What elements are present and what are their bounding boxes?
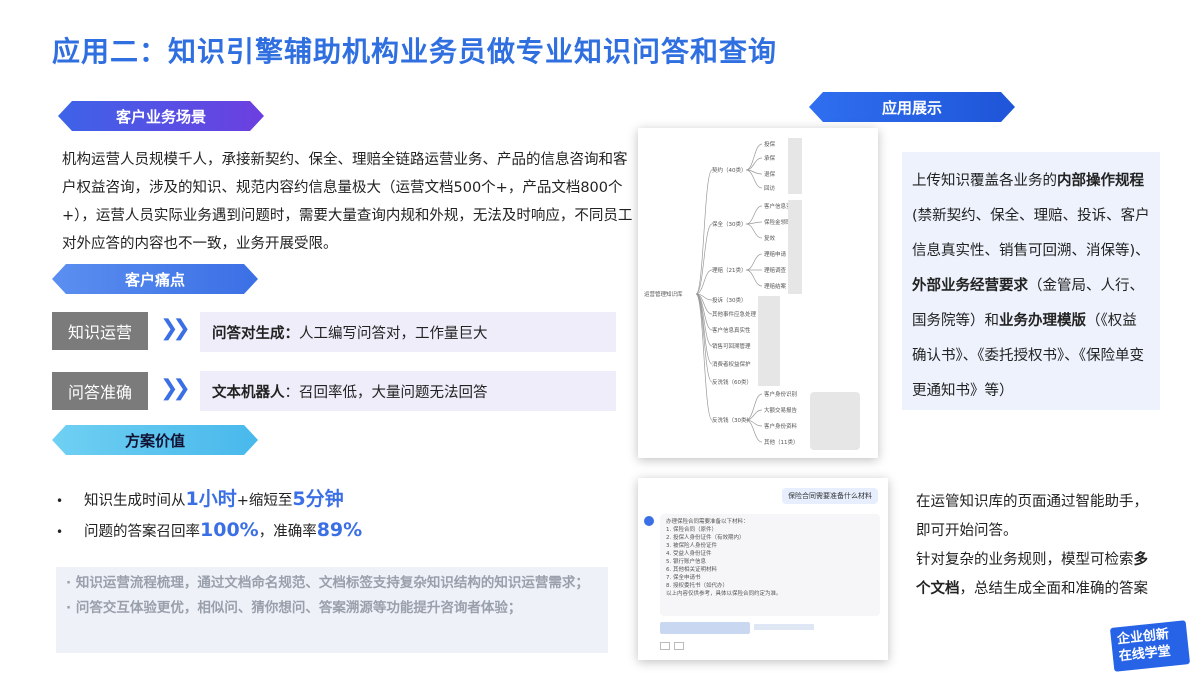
reference-link-blurred[interactable] <box>660 622 750 634</box>
assistant-usage-box: 在运管知识库的页面通过智能助手，即可开始问答。 针对复杂的业务规则，模型可检索多… <box>906 482 1168 630</box>
note-2: · 问答交互体验更优，相似问、猜你想问、答案溯源等功能提升咨询者体验； <box>66 600 522 616</box>
chat-answer-bubble: 办理保险合同需要准备以下材料： 1. 保险合同（原件） 2. 投保人身份证件（有… <box>660 514 880 616</box>
pain-row-2: 文本机器人 ：召回率低，大量问题无法回答 <box>200 371 616 411</box>
blurred-region <box>758 296 780 386</box>
scene-paragraph: 机构运营人员规模千人，承接新契约、保全、理赔全链路运营业务、产品的信息咨询和客户… <box>62 152 633 252</box>
assistant-avatar <box>644 516 654 526</box>
mindmap-branch: 契约（40类） <box>712 168 747 174</box>
like-icon[interactable] <box>660 642 670 650</box>
mindmap-leaf: 理赔调查 <box>764 268 787 274</box>
value-bullet-2: • 问题的答案召回率 100% ，准确率 89% <box>56 519 363 541</box>
brand-logo: 企业创新 在线学堂 <box>1109 620 1191 672</box>
value-bullet-1: • 知识生成时间从 1小时 +缩短至 5分钟 <box>56 488 344 510</box>
blurred-region <box>810 392 860 450</box>
mindmap-leaf: 理赔结案 <box>764 284 787 290</box>
chat-screenshot: 保险合同需要准备什么材料 办理保险合同需要准备以下材料： 1. 保险合同（原件）… <box>638 478 888 660</box>
mindmap-leaf: 退保 <box>764 172 776 178</box>
notes-box: · 知识运营流程梳理，通过文档命名规范、文档标签支持复杂知识结构的知识运营需求；… <box>56 567 608 653</box>
reference-link-blurred[interactable] <box>754 624 814 630</box>
mindmap-leaf: 理赔申请 <box>764 252 787 258</box>
mindmap-screenshot: 运营管理知识库 契约（40类） 保全（30类） 理赔（21类） 投诉（30类） … <box>638 128 878 458</box>
mindmap-branch: 其他事件应急处理 <box>712 312 757 318</box>
section-show: 应用展示 <box>809 92 1015 122</box>
mindmap-branch: 保全（30类） <box>712 222 747 228</box>
pain-tag-accuracy: 问答准确 <box>52 372 148 410</box>
dislike-icon[interactable] <box>674 642 684 650</box>
section-pain: 客户痛点 <box>52 264 258 294</box>
note-1: · 知识运营流程梳理，通过文档命名规范、文档标签支持复杂知识结构的知识运营需求； <box>66 575 589 591</box>
pain-2-text: ：召回率低，大量问题无法回答 <box>284 384 488 401</box>
mindmap-leaf: 投保 <box>764 142 776 148</box>
mindmap-branch: 客户信息真实性 <box>712 328 751 334</box>
chevron-right-icon: ❯❯ <box>160 316 191 341</box>
mindmap-leaf: 大额交易报告 <box>764 408 798 414</box>
mindmap-branch: 理赔（21类） <box>712 268 747 274</box>
pain-1-bold: 问答对生成： <box>212 325 299 342</box>
chat-question-bubble: 保险合同需要准备什么材料 <box>782 488 878 504</box>
mindmap-branch: 消费者权益保护 <box>712 362 751 368</box>
mindmap-branch: 投诉（30类） <box>712 298 747 304</box>
pain-2-bold: 文本机器人 <box>212 384 285 401</box>
mindmap-branch: 销售可回溯管理 <box>712 344 751 350</box>
mindmap-leaf: 客户身份资料 <box>764 424 798 430</box>
knowledge-coverage-box: 上传知识覆盖各业务的内部操作规程(禁新契约、保全、理赔、投诉、客户信息真实性、销… <box>902 152 1160 410</box>
section-scene: 客户业务场景 <box>58 101 264 131</box>
mindmap-leaf: 客户身份识别 <box>764 392 798 398</box>
mindmap-leaf: 复效 <box>764 236 776 242</box>
mindmap-branch: 反洗钱（60类） <box>712 380 752 386</box>
pain-row-1: 问答对生成： 人工编写问答对，工作量巨大 <box>200 312 616 352</box>
mindmap-leaf: 回访 <box>764 186 776 192</box>
chevron-right-icon: ❯❯ <box>160 376 191 401</box>
section-value: 方案价值 <box>52 425 258 455</box>
mindmap-root: 运营管理知识库 <box>644 292 683 298</box>
mindmap-branch: 反洗钱（30类） <box>712 418 752 424</box>
page-title: 应用二：知识引擎辅助机构业务员做专业知识问答和查询 <box>52 35 778 68</box>
pain-tag-knowledge: 知识运营 <box>52 312 148 350</box>
blurred-region <box>788 138 802 194</box>
mindmap-leaf: 承保 <box>764 156 776 162</box>
blurred-region <box>788 200 802 294</box>
mindmap-leaf: 其他（11类） <box>764 440 799 446</box>
pain-1-text: 人工编写问答对，工作量巨大 <box>299 325 488 342</box>
